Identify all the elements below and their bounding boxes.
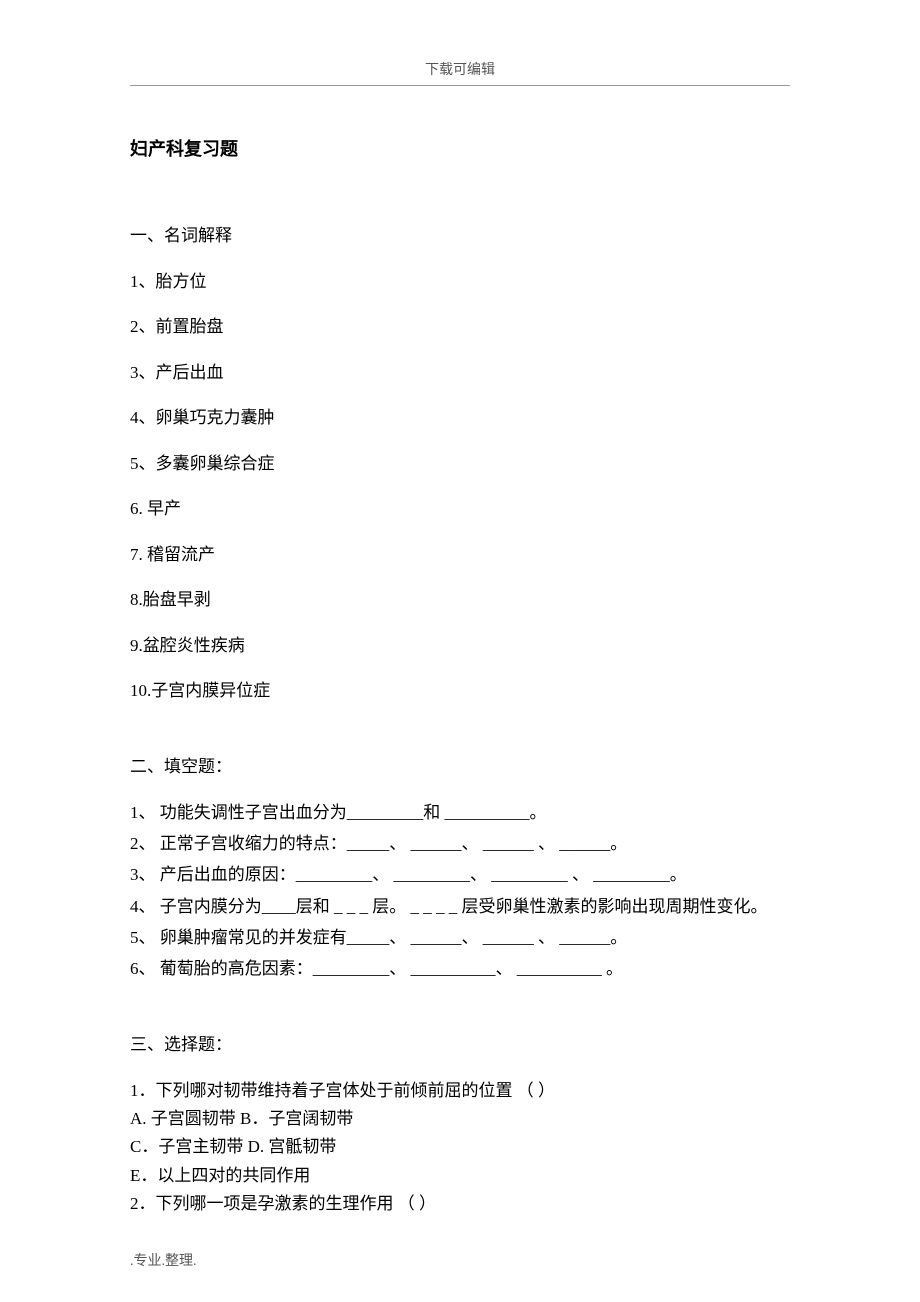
fill-item: 1、 功能失调性子宫出血分为_________和 __________。: [130, 799, 790, 826]
term-item: 10.子宫内膜异位症: [130, 678, 790, 704]
term-item: 6. 早产: [130, 496, 790, 522]
fill-blank-list: 1、 功能失调性子宫出血分为_________和 __________。 2、 …: [130, 799, 790, 982]
term-item: 4、卵巢巧克力囊肿: [130, 405, 790, 431]
term-item: 8.胎盘早剥: [130, 587, 790, 613]
option-row: C．子宫主韧带 D. 宫骶韧带: [130, 1134, 790, 1160]
fill-item: 3、 产后出血的原因：_________、 _________、 _______…: [130, 861, 790, 888]
term-item: 7. 稽留流产: [130, 542, 790, 568]
term-item: 3、产后出血: [130, 360, 790, 386]
term-item: 2、前置胎盘: [130, 314, 790, 340]
term-item: 1、胎方位: [130, 269, 790, 295]
document-title: 妇产科复习题: [130, 136, 790, 163]
page-footer: .专业.整理.: [130, 1251, 197, 1272]
fill-item: 5、 卵巢肿瘤常见的并发症有_____、 ______、 ______ 、 __…: [130, 924, 790, 951]
fill-item: 4、 子宫内膜分为____层和 _ _ _ 层。 _ _ _ _ 层受卵巢性激素…: [130, 893, 790, 920]
question-stem: 2．下列哪一项是孕激素的生理作用 （ ）: [130, 1191, 790, 1217]
term-item: 5、多囊卵巢综合症: [130, 451, 790, 477]
document-page: 下载可编辑 妇产科复习题 一、名词解释 1、胎方位 2、前置胎盘 3、产后出血 …: [0, 0, 920, 1302]
option-row: A. 子宫圆韧带 B．子宫阔韧带: [130, 1106, 790, 1132]
question-stem: 1．下列哪对韧带维持着子宫体处于前倾前屈的位置 （ ）: [130, 1078, 790, 1104]
option-row: E．以上四对的共同作用: [130, 1163, 790, 1189]
fill-item: 2、 正常子宫收缩力的特点：_____、 ______、 ______ 、 __…: [130, 830, 790, 857]
term-definition-list: 1、胎方位 2、前置胎盘 3、产后出血 4、卵巢巧克力囊肿 5、多囊卵巢综合症 …: [130, 269, 790, 704]
section-3-heading: 三、选择题：: [130, 1032, 790, 1058]
page-header: 下载可编辑: [130, 60, 790, 86]
term-item: 9.盆腔炎性疾病: [130, 633, 790, 659]
multiple-choice-list: 1．下列哪对韧带维持着子宫体处于前倾前屈的位置 （ ） A. 子宫圆韧带 B．子…: [130, 1078, 790, 1218]
fill-item: 6、 葡萄胎的高危因素：_________、 __________、 _____…: [130, 955, 790, 982]
section-2-heading: 二、填空题：: [130, 754, 790, 780]
section-1-heading: 一、名词解释: [130, 223, 790, 249]
